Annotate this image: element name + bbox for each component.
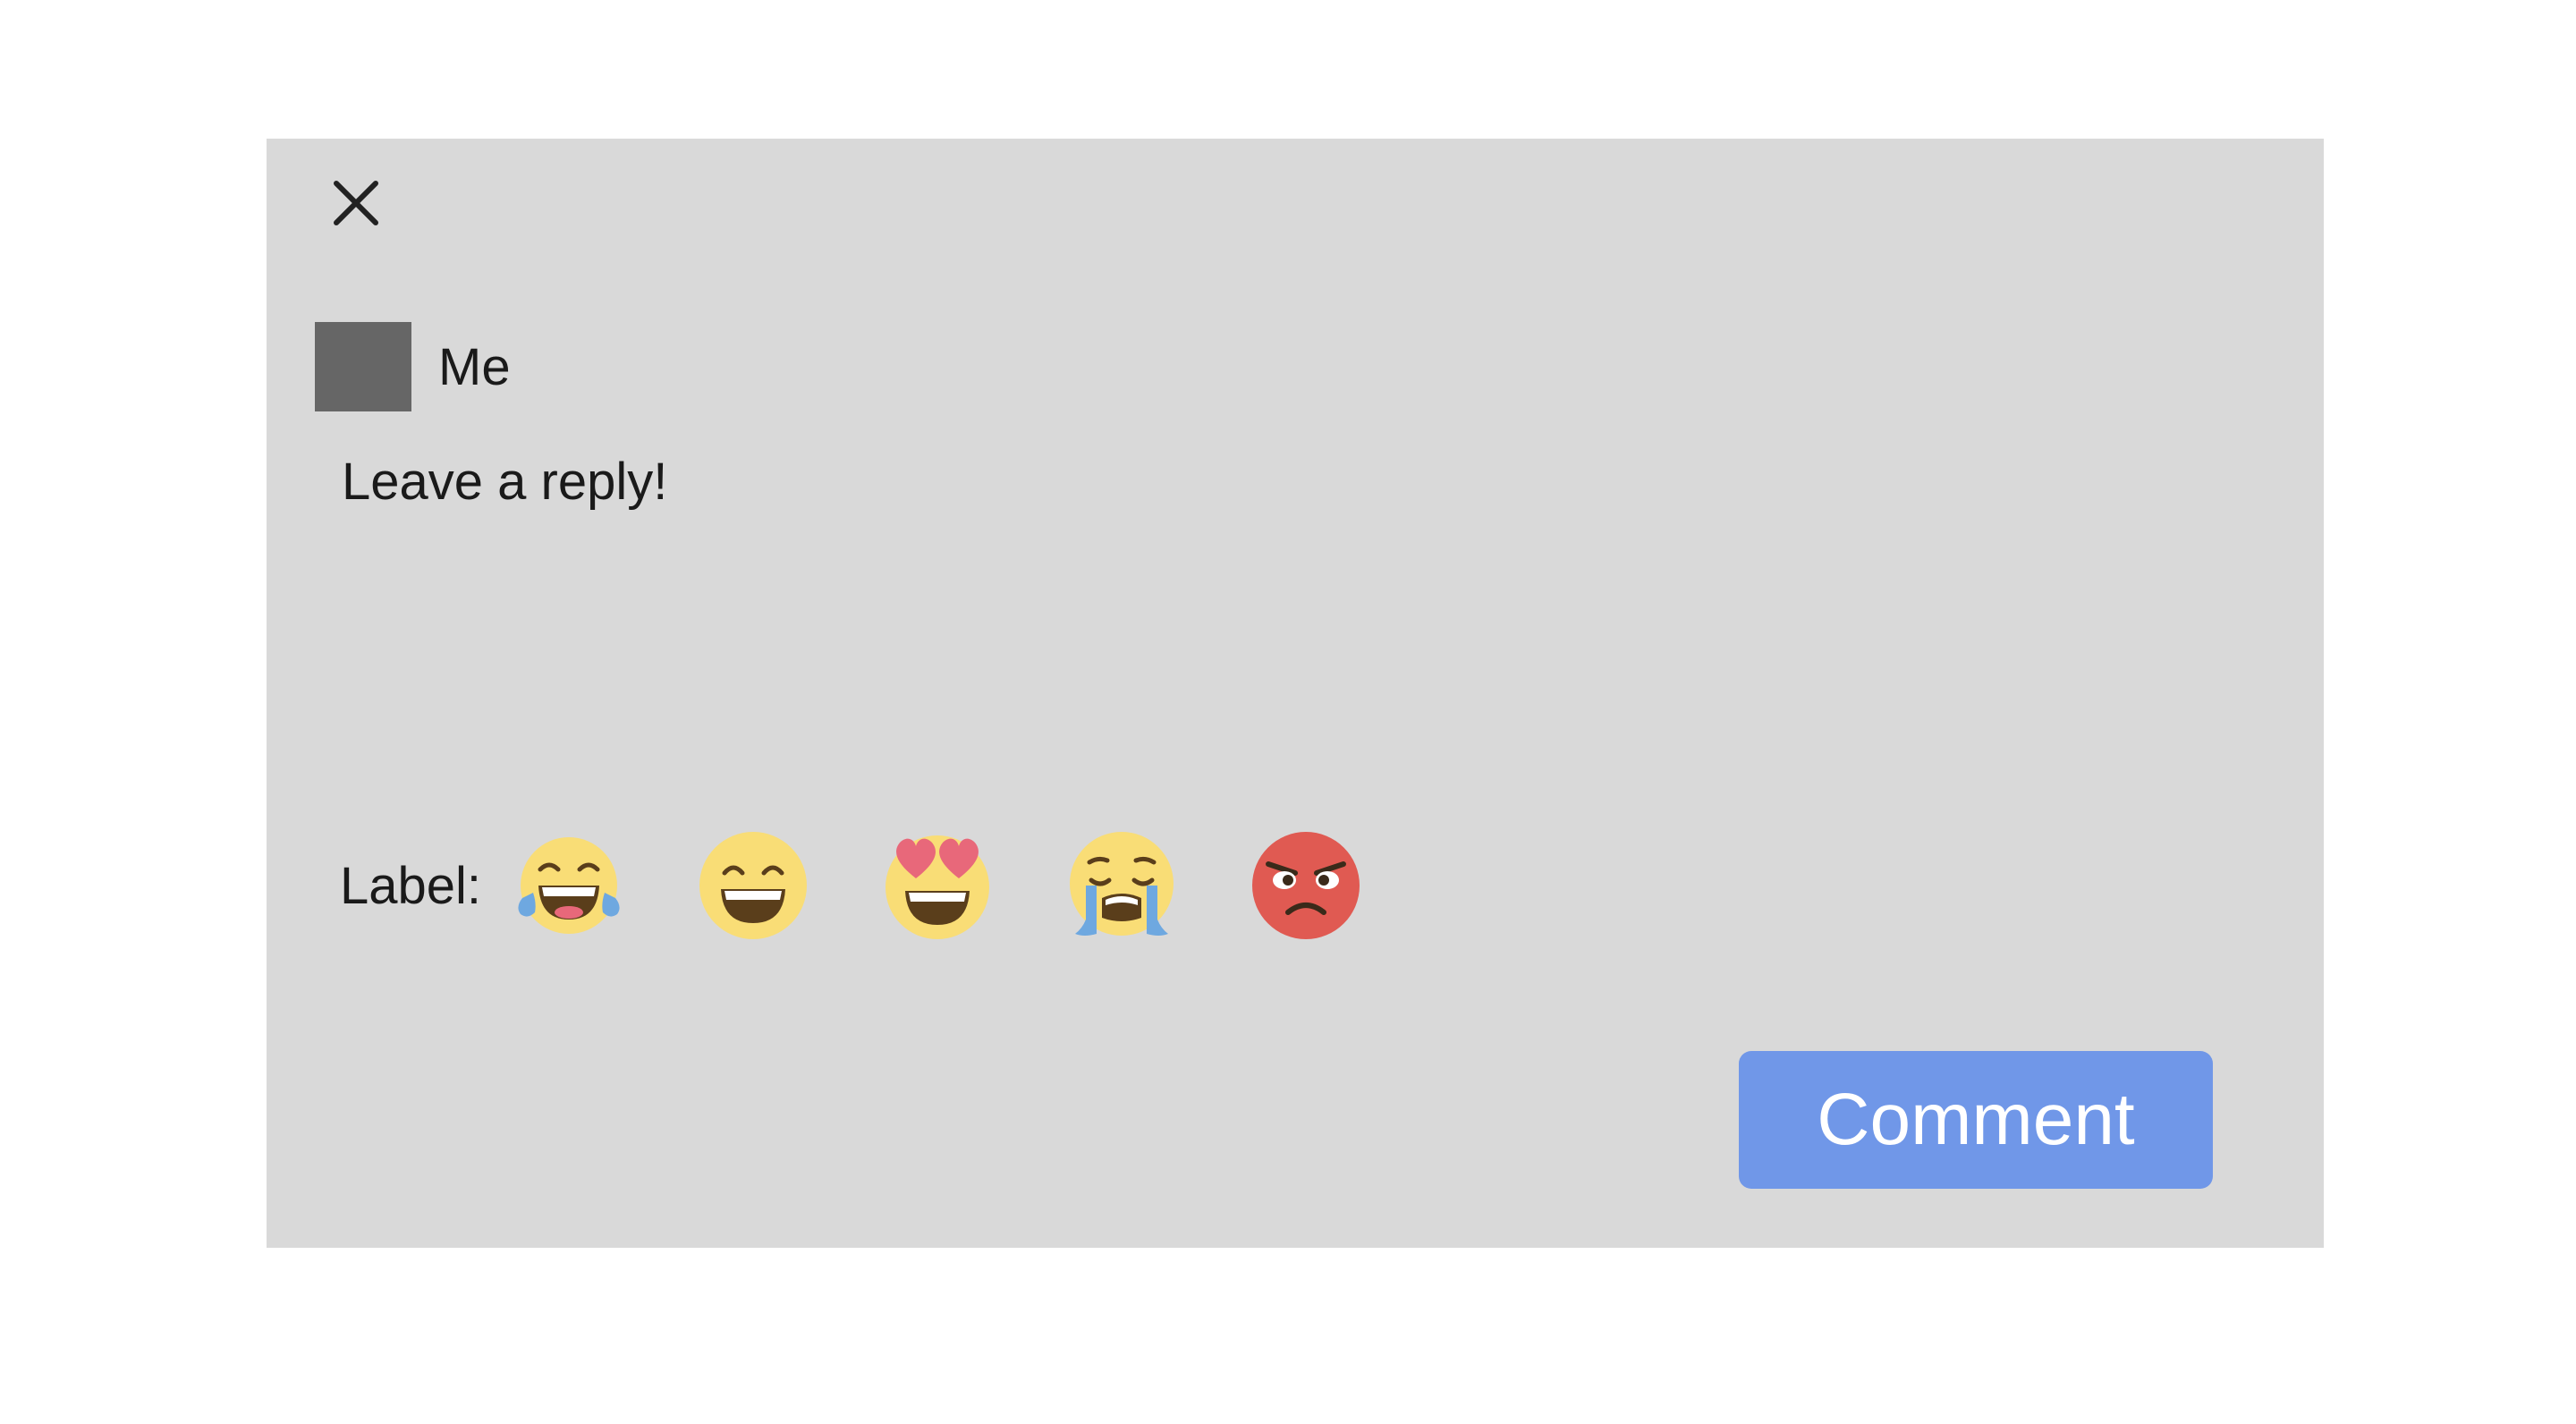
heart-eyes-icon bbox=[886, 835, 990, 939]
label-row: Label: bbox=[340, 823, 1435, 948]
user-name: Me bbox=[438, 337, 511, 396]
crying-icon bbox=[1070, 832, 1174, 936]
close-icon bbox=[334, 181, 378, 225]
reply-input[interactable] bbox=[342, 452, 2265, 738]
close-button[interactable] bbox=[329, 176, 383, 230]
angry-icon bbox=[1252, 832, 1360, 939]
grinning-icon bbox=[699, 832, 808, 939]
emoji-grinning-button[interactable] bbox=[698, 830, 809, 941]
avatar bbox=[315, 322, 411, 411]
comment-dialog: Me Label: bbox=[267, 139, 2324, 1248]
user-row: Me bbox=[315, 322, 511, 411]
emoji-heart-eyes-button[interactable] bbox=[882, 830, 993, 941]
emoji-angry-button[interactable] bbox=[1250, 830, 1361, 941]
comment-button[interactable]: Comment bbox=[1739, 1051, 2213, 1189]
label-heading: Label: bbox=[340, 856, 482, 915]
emoji-crying-button[interactable] bbox=[1066, 830, 1177, 941]
tears-of-joy-icon bbox=[518, 837, 620, 934]
emoji-tears-of-joy-button[interactable] bbox=[513, 830, 624, 941]
